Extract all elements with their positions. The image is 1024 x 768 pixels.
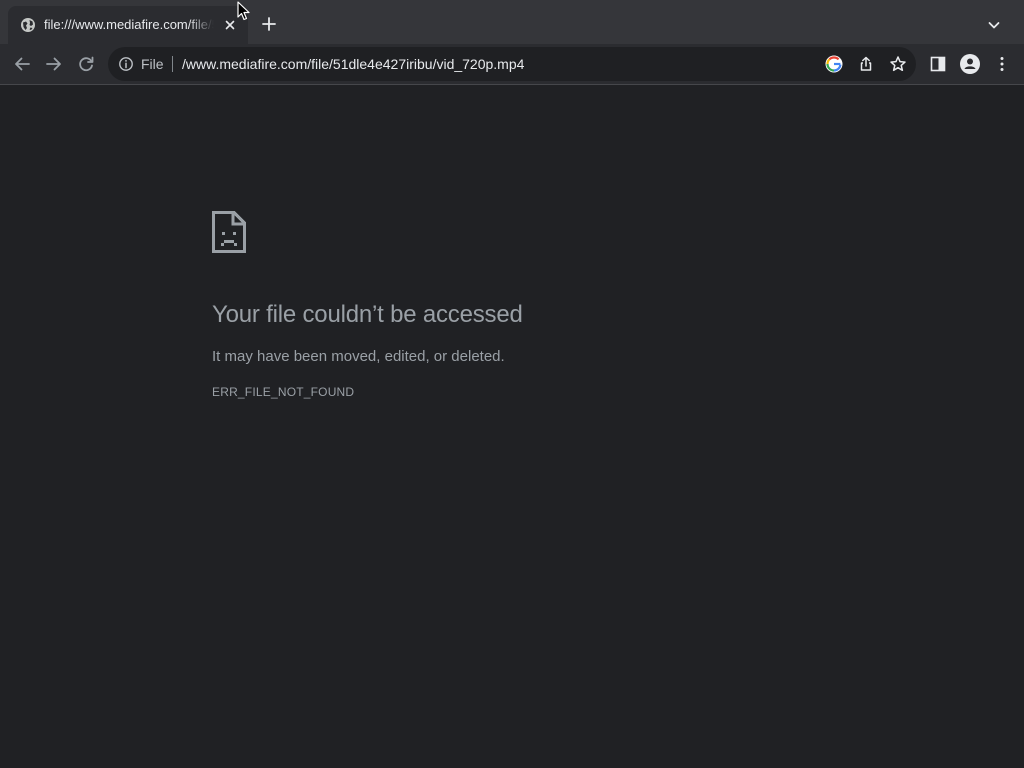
- star-icon[interactable]: [889, 55, 907, 73]
- omnibox[interactable]: File /www.mediafire.com/file/51dle4e427i…: [108, 47, 916, 81]
- google-icon[interactable]: [825, 55, 843, 73]
- reload-icon[interactable]: [75, 53, 97, 75]
- mouse-pointer-icon: [237, 1, 250, 21]
- browser-toolbar: File /www.mediafire.com/file/51dle4e427i…: [0, 44, 1024, 85]
- error-page: Your file couldn’t be accessed It may ha…: [0, 85, 1024, 768]
- error-message: It may have been moved, edited, or delet…: [212, 348, 505, 365]
- error-heading: Your file couldn’t be accessed: [212, 301, 523, 328]
- close-icon[interactable]: [222, 17, 238, 33]
- scheme-label[interactable]: File: [141, 55, 164, 73]
- sad-file-icon: [212, 211, 246, 253]
- new-tab-plus-icon[interactable]: [260, 15, 278, 33]
- side-panel-icon[interactable]: [927, 53, 949, 75]
- kebab-menu-icon[interactable]: [991, 53, 1013, 75]
- error-code: ERR_FILE_NOT_FOUND: [212, 385, 355, 399]
- url-text[interactable]: /www.mediafire.com/file/51dle4e427iribu/…: [182, 55, 524, 73]
- omnibox-divider: [172, 56, 173, 72]
- tab-title: file:///www.mediafire.com/file/51dle4e42…: [44, 17, 214, 32]
- tab-strip: file:///www.mediafire.com/file/51dle4e42…: [0, 0, 1024, 44]
- arrow-left-icon[interactable]: [11, 53, 33, 75]
- info-icon[interactable]: [118, 56, 134, 72]
- globe-icon: [21, 18, 35, 32]
- profile-icon[interactable]: [959, 53, 981, 75]
- arrow-right-icon[interactable]: [43, 53, 65, 75]
- chevron-down-icon[interactable]: [985, 16, 1003, 34]
- active-tab[interactable]: file:///www.mediafire.com/file/51dle4e42…: [8, 6, 248, 44]
- share-icon[interactable]: [857, 55, 875, 73]
